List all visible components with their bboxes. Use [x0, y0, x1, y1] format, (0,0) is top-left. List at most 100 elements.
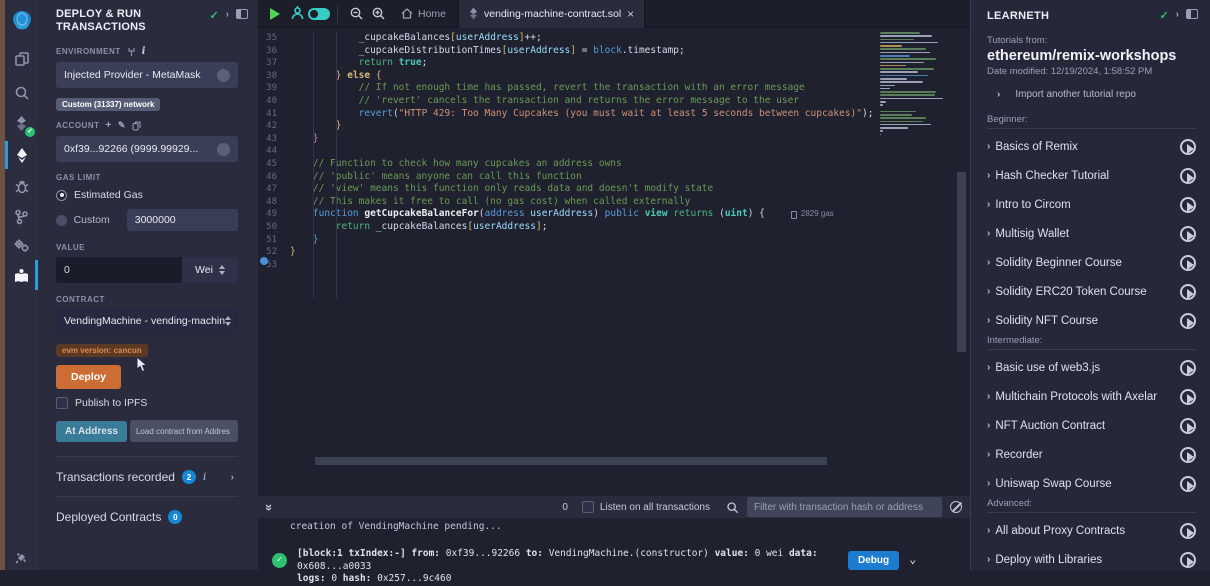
chevron-right-icon[interactable]: ›	[987, 170, 990, 181]
deployed-contracts-section[interactable]: Deployed Contracts 0	[56, 496, 238, 536]
at-address-input[interactable]: Load contract from Addres	[130, 420, 238, 442]
tutorial-item[interactable]: ›Multichain Protocols with Axelar	[987, 382, 1196, 411]
at-address-button[interactable]: At Address	[56, 421, 127, 442]
info-icon[interactable]: i	[142, 46, 146, 57]
run-script-icon[interactable]	[264, 3, 286, 25]
search-icon[interactable]	[5, 78, 38, 108]
account-select[interactable]: 0xf39...92266 (9999.99929...	[56, 136, 238, 162]
line-number[interactable]: 36	[258, 45, 290, 58]
line-number[interactable]: 41	[258, 108, 290, 121]
pin-panel-icon[interactable]	[236, 9, 248, 19]
remix-logo-icon[interactable]	[5, 6, 38, 36]
play-tutorial-icon[interactable]	[1180, 226, 1196, 242]
play-tutorial-icon[interactable]	[1180, 284, 1196, 300]
tutorial-item[interactable]: ›Intro to Circom	[987, 190, 1196, 219]
plugin-connector-icon[interactable]	[5, 542, 38, 572]
publish-ipfs-checkbox[interactable]	[56, 397, 68, 409]
tutorial-item[interactable]: ›Hash Checker Tutorial	[987, 161, 1196, 190]
editor-vertical-scrollbar[interactable]	[957, 172, 966, 352]
code-editor[interactable]: 35 _cupcakeBalances[userAddress]++;36 _c…	[258, 29, 970, 485]
tutorial-item[interactable]: ›Solidity NFT Course	[987, 306, 1196, 335]
add-account-icon[interactable]: +	[106, 120, 112, 131]
chevron-right-icon[interactable]: ›	[987, 554, 990, 565]
chevron-right-icon[interactable]: ›	[987, 199, 990, 210]
tutorial-item[interactable]: ›Solidity Beginner Course	[987, 248, 1196, 277]
play-tutorial-icon[interactable]	[1180, 255, 1196, 271]
zoom-in-icon[interactable]	[367, 3, 389, 25]
editor-horizontal-scrollbar[interactable]	[315, 457, 827, 465]
deploy-button[interactable]: Deploy	[56, 365, 121, 389]
theme-toggle-icon[interactable]	[308, 3, 330, 25]
debugger-icon[interactable]	[5, 172, 38, 202]
import-repo-link[interactable]: › Import another tutorial repo	[997, 89, 1194, 100]
pin-panel-icon[interactable]	[1186, 9, 1198, 19]
chevron-right-icon[interactable]: ›	[987, 420, 990, 431]
line-number[interactable]: 44	[258, 145, 290, 158]
transactions-recorded-section[interactable]: Transactions recorded 2 i ›	[56, 456, 238, 496]
chevron-right-icon[interactable]: ›	[987, 478, 990, 489]
line-number[interactable]: 35	[258, 32, 290, 45]
settings-icon[interactable]	[5, 230, 38, 260]
chevron-right-icon[interactable]: ›	[987, 286, 990, 297]
tutorial-item[interactable]: ›NFT Auction Contract	[987, 411, 1196, 440]
play-tutorial-icon[interactable]	[1180, 447, 1196, 463]
debug-button[interactable]: Debug	[848, 551, 899, 570]
chevron-right-icon[interactable]: ›	[987, 362, 990, 373]
solidity-compiler-icon[interactable]: ✓	[5, 108, 38, 138]
line-number[interactable]: 39	[258, 82, 290, 95]
line-number[interactable]: 50	[258, 221, 290, 234]
chevron-right-icon[interactable]: ›	[987, 525, 990, 536]
git-branch-icon[interactable]	[5, 202, 38, 232]
chevron-right-icon[interactable]: ›	[987, 141, 990, 152]
play-tutorial-icon[interactable]	[1180, 197, 1196, 213]
line-number[interactable]: 43	[258, 133, 290, 146]
expand-terminal-icon[interactable]: »	[262, 503, 277, 510]
close-tab-icon[interactable]: ×	[627, 7, 634, 21]
play-tutorial-icon[interactable]	[1180, 523, 1196, 539]
minimap[interactable]	[880, 32, 950, 142]
edit-account-icon[interactable]: ✎	[118, 120, 126, 131]
play-tutorial-icon[interactable]	[1180, 139, 1196, 155]
line-number[interactable]: 45	[258, 158, 290, 171]
line-number[interactable]: 40	[258, 95, 290, 108]
collapse-panel-icon[interactable]: ›	[1176, 9, 1179, 20]
chevron-right-icon[interactable]: ›	[987, 391, 990, 402]
play-tutorial-icon[interactable]	[1180, 552, 1196, 568]
tutorial-item[interactable]: ›Basic use of web3.js	[987, 353, 1196, 382]
zoom-out-icon[interactable]	[345, 3, 367, 25]
contract-select[interactable]: VendingMachine - vending-machin	[56, 308, 238, 334]
expand-chevron-icon[interactable]: ›	[231, 472, 234, 483]
custom-gas-input[interactable]: 3000000	[127, 209, 238, 231]
play-tutorial-icon[interactable]	[1180, 418, 1196, 434]
chevron-right-icon[interactable]: ›	[987, 315, 990, 326]
play-tutorial-icon[interactable]	[1180, 360, 1196, 376]
breakpoint-dot[interactable]	[260, 257, 268, 265]
chevron-right-icon[interactable]: ›	[987, 449, 990, 460]
play-tutorial-icon[interactable]	[1180, 476, 1196, 492]
copy-icon[interactable]	[132, 121, 141, 131]
recorder-icon[interactable]	[286, 3, 308, 25]
tutorial-item[interactable]: ›Recorder	[987, 440, 1196, 469]
line-number[interactable]: 48	[258, 196, 290, 209]
estimated-gas-radio[interactable]	[56, 190, 67, 201]
expand-log-chevron-icon[interactable]: ⌄	[909, 552, 916, 566]
clear-console-icon[interactable]	[950, 501, 962, 513]
environment-select[interactable]: Injected Provider - MetaMask	[56, 62, 238, 88]
terminal-filter-input[interactable]: Filter with transaction hash or address	[747, 497, 942, 517]
line-number[interactable]: 49	[258, 208, 290, 221]
value-input[interactable]: 0	[56, 257, 182, 283]
tutorial-item[interactable]: ›Uniswap Swap Course	[987, 469, 1196, 498]
line-number[interactable]: 51	[258, 234, 290, 247]
play-tutorial-icon[interactable]	[1180, 389, 1196, 405]
tutorial-item[interactable]: ›Solidity ERC20 Token Course	[987, 277, 1196, 306]
custom-gas-radio[interactable]	[56, 215, 67, 226]
file-explorer-icon[interactable]	[5, 44, 38, 74]
deploy-and-run-icon[interactable]	[5, 140, 38, 170]
chevron-right-icon[interactable]: ›	[987, 257, 990, 268]
plug-icon[interactable]	[127, 47, 136, 57]
learneth-icon[interactable]	[5, 260, 38, 290]
transaction-log-row[interactable]: ✓ [block:1 txIndex:-] from: 0xf39...9226…	[272, 548, 962, 586]
info-icon[interactable]: i	[203, 472, 206, 483]
tutorial-item[interactable]: ›All about Proxy Contracts	[987, 516, 1196, 545]
play-tutorial-icon[interactable]	[1180, 168, 1196, 184]
